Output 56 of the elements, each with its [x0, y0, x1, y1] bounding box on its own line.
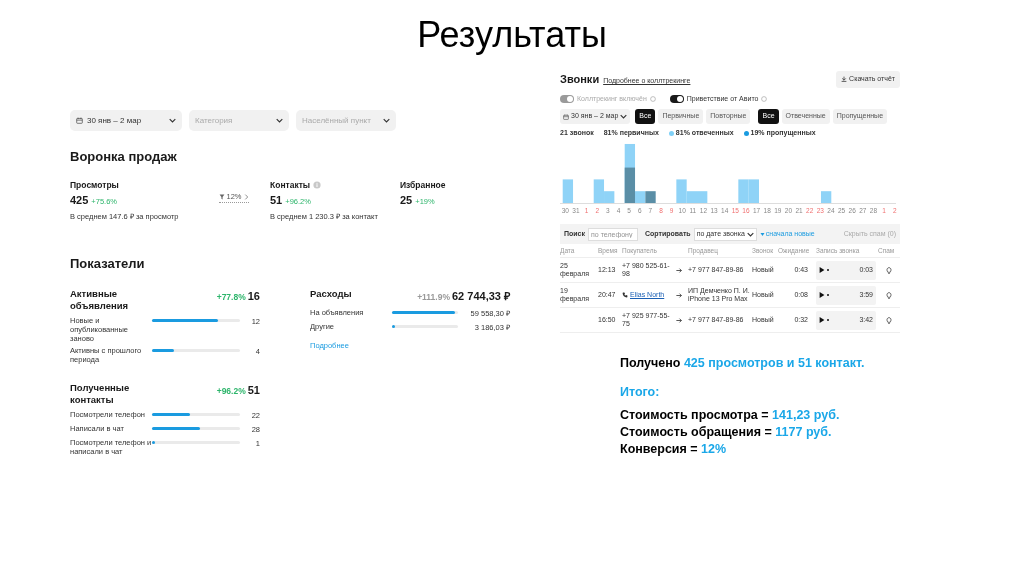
- calendar-icon: [563, 113, 569, 120]
- metric-label: Просмотры: [70, 178, 119, 192]
- section-title: Звонки: [560, 72, 600, 87]
- metric-value: 51: [270, 193, 283, 209]
- download-icon: [841, 76, 848, 83]
- summary-text: Конверсия = 12%: [620, 441, 728, 459]
- calendar-icon: [76, 117, 83, 124]
- phone-icon: [622, 292, 628, 299]
- play-icon: [819, 317, 825, 324]
- play-icon: [819, 267, 825, 274]
- card-title: Полученные контакты: [70, 381, 131, 406]
- summary-text: Получено 425 просмотров и 51 контакт.: [620, 355, 866, 373]
- section-title: Показатели: [70, 255, 146, 273]
- bar: [562, 178, 574, 203]
- card-title: Расходы: [310, 287, 353, 300]
- summary-text: Итого:: [620, 384, 661, 402]
- chevron-icon: [169, 118, 176, 123]
- summary-text: Стоимость просмотра = 141,23 руб.: [620, 407, 841, 425]
- date-dropdown[interactable]: 30 янв – 2 мар: [70, 110, 182, 131]
- chevron-icon: [746, 231, 754, 237]
- metric-value: 25: [400, 193, 413, 209]
- metric-label: Контакты: [270, 178, 311, 192]
- change-text: +77.8%: [216, 290, 246, 304]
- section-title: Воронка продаж: [70, 148, 178, 166]
- total-value: 16: [247, 288, 260, 304]
- funnel-icon: [218, 193, 225, 200]
- metric-value: 425: [70, 193, 89, 209]
- bulb-icon: [886, 291, 892, 299]
- toggle-switch[interactable]: [669, 94, 684, 103]
- slide-title: Результаты: [416, 13, 608, 57]
- info-icon: [313, 180, 322, 189]
- total-value: 51: [247, 382, 260, 398]
- summary-text: Стоимость обращения = 1177 руб.: [620, 424, 833, 442]
- bar: [821, 190, 832, 203]
- help-icon: [649, 95, 656, 102]
- bar: [738, 178, 749, 203]
- help-icon: [761, 95, 768, 102]
- change-text: +96.2%: [216, 384, 246, 398]
- chevron-icon: [620, 114, 628, 119]
- metric-label: Избранное: [400, 178, 446, 192]
- bulb-icon: [886, 316, 892, 324]
- card-title: Активные объявления: [70, 287, 130, 312]
- arrow-icon: [676, 267, 683, 273]
- arrow-icon: [676, 317, 683, 323]
- bar: [697, 190, 708, 203]
- chevron-icon: [383, 118, 390, 123]
- chevron-icon: [243, 193, 249, 200]
- play-icon: [819, 292, 825, 299]
- triangle-icon: [759, 231, 765, 237]
- bulb-icon: [886, 266, 892, 274]
- chevron-icon: [276, 118, 283, 123]
- bar: [645, 190, 656, 203]
- change-text: +111.9%: [417, 290, 450, 304]
- arrow-icon: [676, 292, 683, 298]
- bar: [748, 178, 759, 203]
- total-value: 62 744,33 ₽: [452, 288, 510, 304]
